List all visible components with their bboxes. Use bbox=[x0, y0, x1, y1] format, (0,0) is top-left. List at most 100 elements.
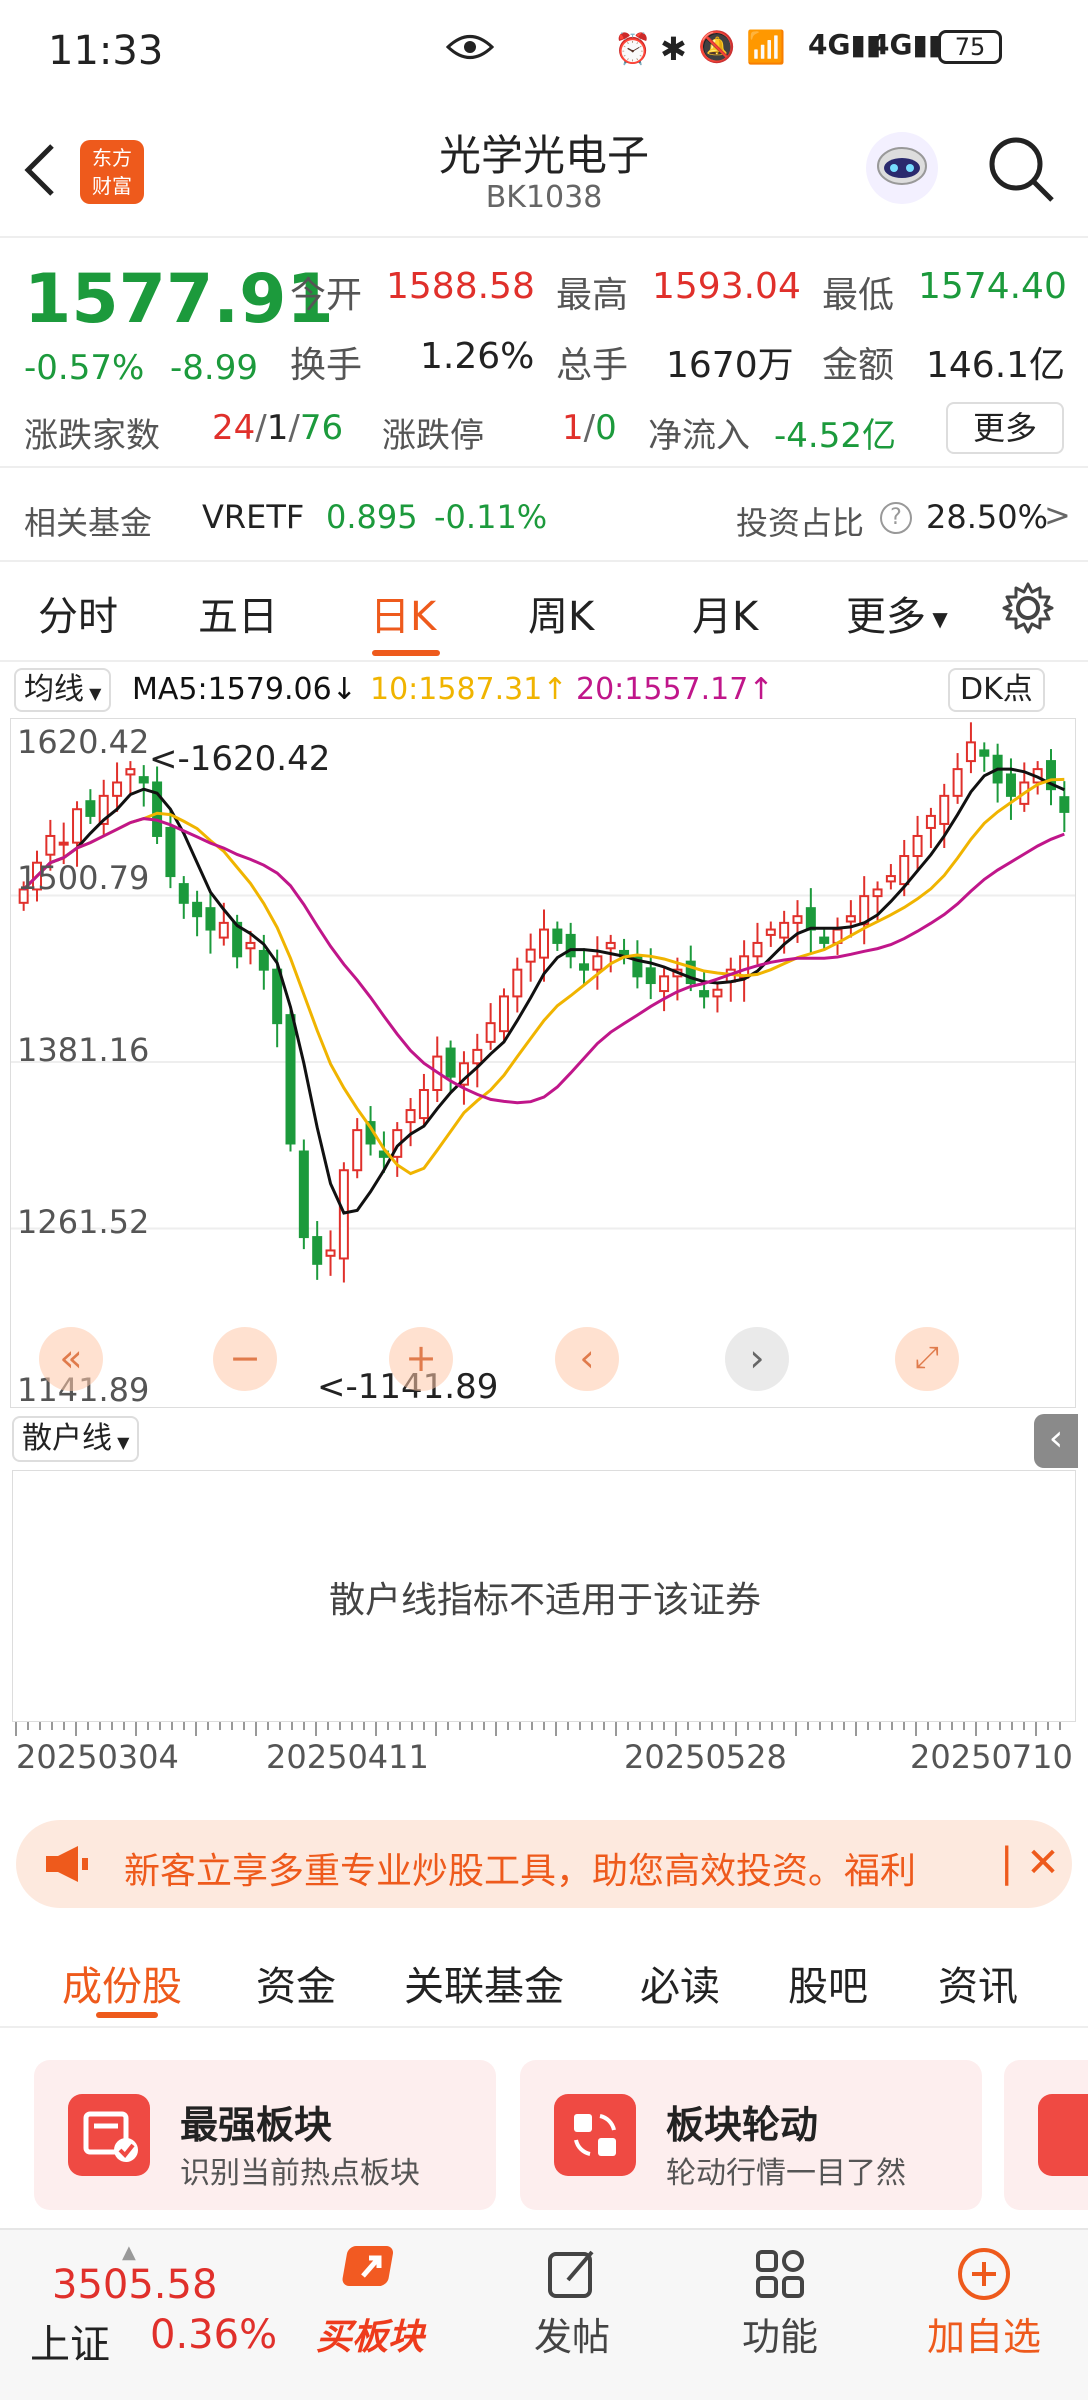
collapse-side-icon[interactable]: ‹ bbox=[1034, 1414, 1078, 1468]
grid-apps-icon bbox=[750, 2244, 810, 2304]
index-ticker[interactable]: ▲ 3505.58 上证 0.36% bbox=[30, 2242, 280, 2370]
fullscreen-icon[interactable]: ⤢ bbox=[895, 1327, 959, 1391]
limit-down: 0 bbox=[595, 408, 617, 448]
settings-gear-icon[interactable] bbox=[1000, 580, 1056, 640]
tab-more-label: 更多 bbox=[846, 594, 926, 640]
tab-monthly-k[interactable]: 月K bbox=[692, 584, 758, 642]
card-title: 最强板块 bbox=[180, 2103, 333, 2147]
search-icon[interactable] bbox=[986, 134, 1056, 208]
candle bbox=[805, 888, 816, 954]
quote-panel: 1577.91 -0.57% -8.99 今开 1588.58 最高 1593.… bbox=[0, 240, 1088, 480]
down-count: 76 bbox=[299, 408, 344, 448]
zoom-out-icon[interactable]: − bbox=[213, 1327, 277, 1391]
tab-daily-k[interactable]: 日K bbox=[370, 584, 436, 642]
last-price: 1577.91 bbox=[24, 260, 334, 339]
add-watchlist-button[interactable]: 加自选 bbox=[904, 2244, 1064, 2361]
candle-body bbox=[525, 948, 536, 963]
zoom-in-icon[interactable]: + bbox=[389, 1327, 453, 1391]
feature-card-strongest[interactable]: 最强板块 识别当前热点板块 bbox=[34, 2060, 496, 2210]
indicator-bar: 散户线 ▼ ‹ bbox=[0, 1410, 1088, 1470]
change-value: -8.99 bbox=[170, 348, 258, 388]
tab-more[interactable]: 更多 ▼ bbox=[846, 584, 948, 642]
candle bbox=[912, 815, 923, 873]
candle-body bbox=[245, 941, 256, 950]
y-tick-2: 1500.79 bbox=[17, 859, 150, 897]
tab-news[interactable]: 资讯 bbox=[938, 1954, 1018, 2012]
candle bbox=[405, 1098, 416, 1147]
dk-point-button[interactable]: DK点 bbox=[948, 668, 1045, 712]
x-tick-4: 20250710 bbox=[910, 1738, 1073, 1776]
kline-chart[interactable]: 1620.42 1500.79 1381.16 1261.52 1141.89 … bbox=[10, 718, 1076, 1409]
candle bbox=[285, 1007, 296, 1152]
alarm-icon: ⏰ bbox=[614, 32, 652, 67]
tab-weekly-k[interactable]: 周K bbox=[528, 584, 594, 642]
updown-label: 涨跌家数 bbox=[24, 416, 160, 456]
section-tabs: 成份股 资金 关联基金 必读 股吧 资讯 bbox=[0, 1940, 1088, 2024]
candle-body bbox=[872, 888, 883, 898]
low-value: 1574.40 bbox=[918, 266, 1067, 307]
candle-body bbox=[112, 781, 123, 797]
mute-icon: 🔕 bbox=[698, 30, 736, 65]
volume-value: 1670万 bbox=[666, 345, 794, 386]
candle-body bbox=[805, 907, 816, 931]
functions-button[interactable]: 功能 bbox=[700, 2244, 860, 2361]
indicator-selector[interactable]: 散户线 ▼ bbox=[12, 1416, 140, 1462]
index-pct: 0.36% bbox=[150, 2312, 278, 2358]
add-watchlist-label: 加自选 bbox=[926, 2315, 1041, 2359]
tab-funds-flow[interactable]: 资金 bbox=[256, 1954, 336, 2012]
candle bbox=[712, 981, 723, 1013]
tab-five-day[interactable]: 五日 bbox=[198, 584, 278, 642]
candle-body bbox=[979, 749, 990, 757]
tab-related-funds[interactable]: 关联基金 bbox=[404, 1954, 564, 2012]
layers-icon bbox=[1038, 2094, 1088, 2176]
buy-sector-label: 买板块 bbox=[315, 2317, 424, 2358]
tab-constituents[interactable]: 成份股 bbox=[62, 1954, 182, 2012]
time-axis-ticks bbox=[15, 1722, 1061, 1736]
turnover-value: 1.26% bbox=[420, 336, 535, 377]
help-icon[interactable]: ? bbox=[880, 502, 912, 534]
tab-intraday[interactable]: 分时 bbox=[38, 584, 118, 642]
feature-card-partial[interactable] bbox=[1004, 2060, 1088, 2210]
open-value: 1588.58 bbox=[386, 266, 535, 307]
indicator-panel: 散户线指标不适用于该证券 bbox=[12, 1470, 1076, 1722]
ma-selector[interactable]: 均线 ▼ bbox=[14, 668, 112, 712]
candle bbox=[552, 921, 563, 951]
up-arrow-icon: ↑ bbox=[542, 672, 568, 707]
scroll-left-fast-icon[interactable]: « bbox=[39, 1327, 103, 1391]
y-tick-3: 1381.16 bbox=[17, 1031, 150, 1069]
candle bbox=[579, 948, 590, 986]
scroll-right-icon[interactable]: › bbox=[725, 1327, 789, 1391]
related-fund-row[interactable]: 相关基金 VRETF 0.895 -0.11% 投资占比 ? 28.50% > bbox=[0, 470, 1088, 560]
functions-label: 功能 bbox=[741, 2315, 818, 2359]
amount-value: 146.1亿 bbox=[926, 345, 1066, 386]
promo-banner[interactable]: 新客立享多重专业炒股工具，助您高效投资。福利 | ✕ bbox=[16, 1820, 1072, 1908]
candle bbox=[1045, 749, 1056, 806]
robot-assistant-icon[interactable] bbox=[862, 128, 942, 212]
candle-body bbox=[152, 781, 163, 837]
banner-close-icon[interactable]: | ✕ bbox=[1000, 1840, 1060, 1886]
feature-card-rotation[interactable]: 板块轮动 轮动行情一目了然 bbox=[520, 2060, 982, 2210]
candle-body bbox=[912, 834, 923, 858]
post-button[interactable]: 发帖 bbox=[492, 2244, 652, 2361]
edit-post-icon bbox=[542, 2244, 602, 2304]
post-label: 发帖 bbox=[533, 2315, 610, 2359]
scroll-left-icon[interactable]: ‹ bbox=[555, 1327, 619, 1391]
tab-must-read[interactable]: 必读 bbox=[640, 1954, 720, 2012]
card-title: 板块轮动 bbox=[666, 2103, 819, 2147]
candle-body bbox=[312, 1236, 323, 1265]
battery-level: 75 bbox=[954, 33, 986, 61]
buy-sector-button[interactable]: 买板块 bbox=[290, 2242, 450, 2360]
candle bbox=[965, 722, 976, 774]
tab-constituents-underline bbox=[96, 2012, 158, 2018]
x-tick-1: 20250304 bbox=[16, 1738, 179, 1776]
fund-price: 0.895 bbox=[326, 498, 418, 536]
updown-values: 24/1/76 bbox=[212, 408, 344, 448]
time-axis: 20250304 20250411 20250528 20250710 bbox=[12, 1722, 1076, 1788]
candle-body bbox=[845, 915, 856, 923]
limit-up: 1 bbox=[562, 408, 584, 448]
candle-body bbox=[472, 1048, 483, 1065]
more-button[interactable]: 更多 bbox=[946, 402, 1064, 454]
candle-body bbox=[965, 741, 976, 763]
tab-forum[interactable]: 股吧 bbox=[788, 1954, 868, 2012]
candle bbox=[619, 938, 630, 965]
